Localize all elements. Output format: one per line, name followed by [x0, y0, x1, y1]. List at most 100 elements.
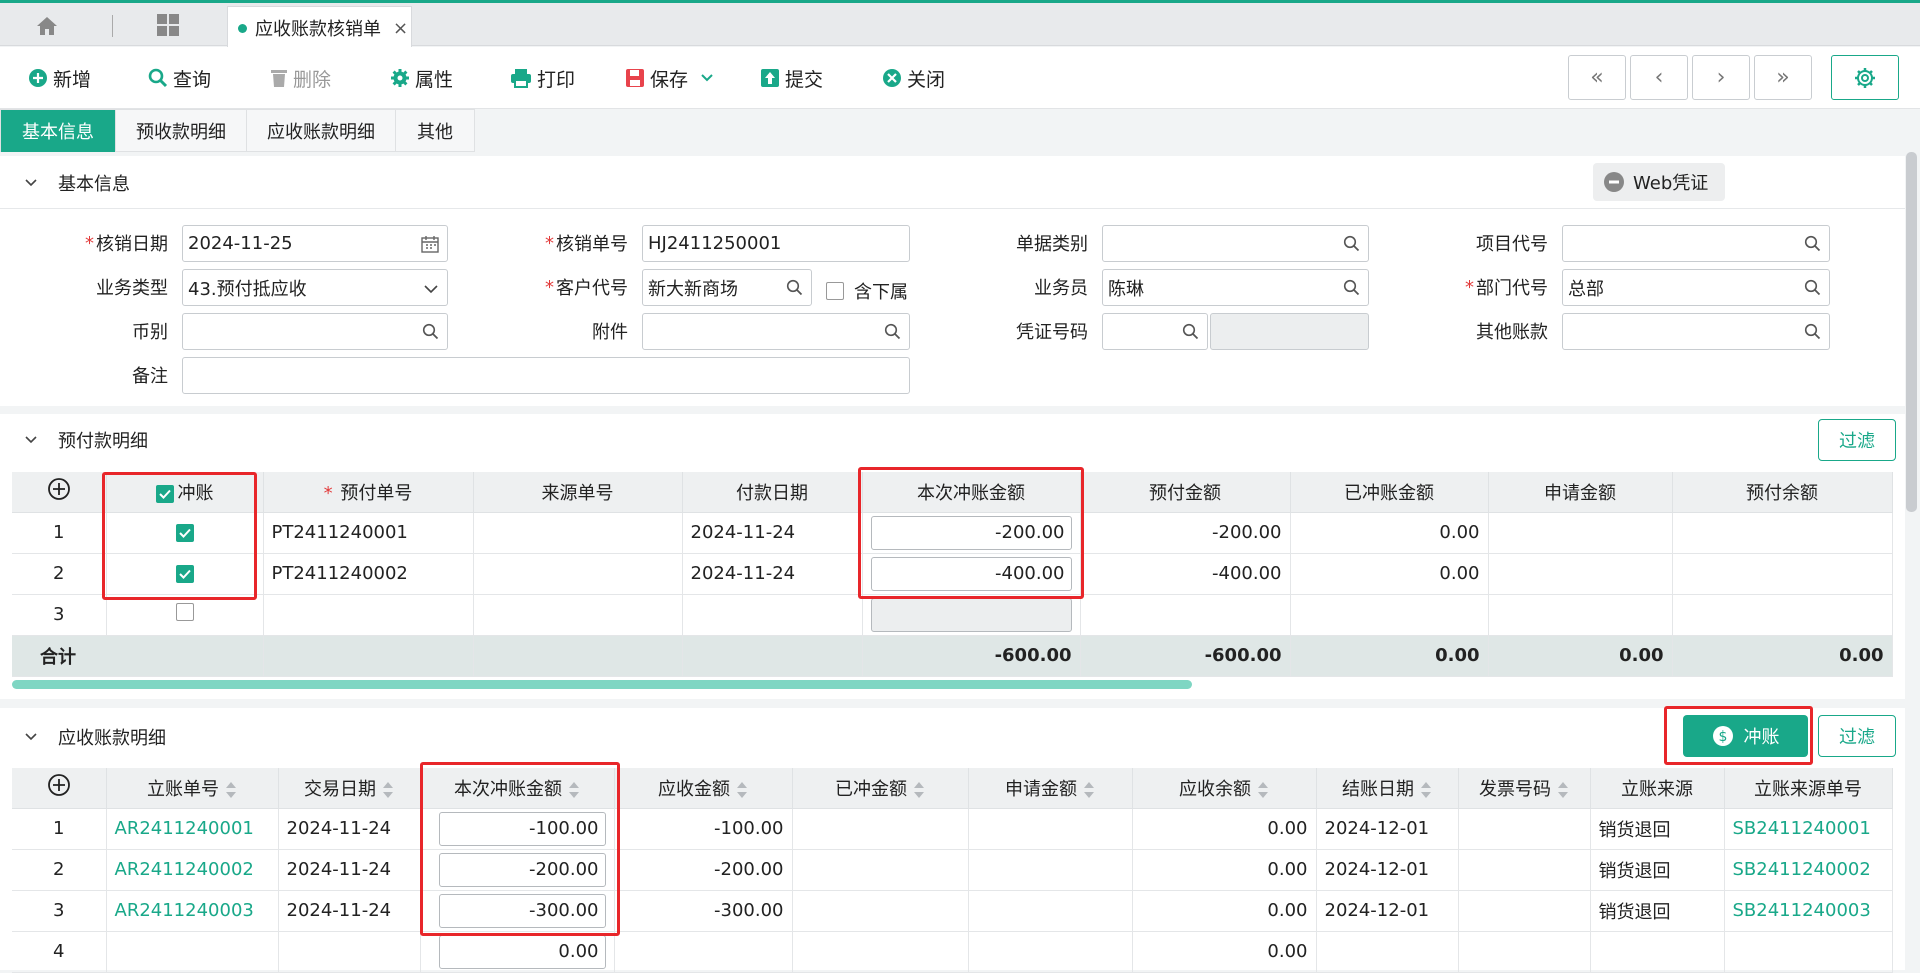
tab-other[interactable]: 其他 — [396, 110, 475, 152]
salesman-field[interactable]: 陈琳 — [1102, 269, 1369, 306]
source-no-link[interactable] — [1724, 931, 1893, 973]
vertical-scrollbar[interactable] — [1906, 152, 1917, 512]
offset-amount-input[interactable]: 0.00 — [438, 934, 606, 969]
search-icon[interactable] — [786, 279, 803, 296]
ar-no-link[interactable]: AR2411240002 — [106, 849, 279, 891]
calendar-icon[interactable] — [421, 235, 439, 253]
search-icon[interactable] — [1343, 235, 1360, 252]
sort-icon[interactable] — [225, 781, 237, 799]
table-row[interactable]: 4 0.00 0.00 — [12, 931, 1893, 973]
search-icon[interactable] — [1804, 323, 1821, 340]
header-recv-amount[interactable]: 应收金额 — [614, 768, 793, 809]
checkbox-icon[interactable] — [826, 282, 844, 300]
ar-header[interactable]: 应收账款明细 — [0, 712, 1905, 762]
add-row-cell[interactable] — [12, 472, 107, 513]
sort-icon[interactable] — [913, 781, 925, 799]
dept-field[interactable]: 总部 — [1562, 269, 1830, 306]
header-trade-date[interactable]: 交易日期 — [278, 768, 421, 809]
search-icon[interactable] — [422, 323, 439, 340]
save-button[interactable]: 保存 — [625, 63, 719, 93]
tab-basic-info[interactable]: 基本信息 — [1, 110, 116, 152]
row-checkbox[interactable] — [175, 603, 194, 621]
settings-button[interactable] — [1831, 55, 1899, 100]
no-field[interactable]: HJ2411250001 — [642, 225, 910, 262]
header-invoice-no[interactable]: 发票号码 — [1458, 768, 1591, 809]
source-no-link[interactable]: SB2411240002 — [1724, 849, 1893, 891]
offset-amount-cell[interactable]: 0.00 — [420, 931, 615, 973]
section-title: 预付款明细 — [58, 431, 148, 452]
prepay-header[interactable]: 预付款明细 — [0, 415, 1905, 465]
submit-button[interactable]: 提交 — [760, 63, 823, 93]
voucher-field[interactable] — [1102, 313, 1208, 350]
project-field[interactable] — [1562, 225, 1830, 262]
source-no-link[interactable]: SB2411240001 — [1724, 808, 1893, 850]
add-row-cell[interactable] — [12, 768, 107, 809]
highlight-offset-checkboxes — [102, 472, 257, 600]
header-recv-balance[interactable]: 应收余额 — [1132, 768, 1317, 809]
search-icon[interactable] — [1804, 235, 1821, 252]
sort-icon[interactable] — [736, 781, 748, 799]
sort-icon[interactable] — [1420, 781, 1432, 799]
sort-icon[interactable] — [382, 781, 394, 799]
chevron-down-icon[interactable] — [700, 73, 714, 83]
header-source: 立账来源 — [1590, 768, 1725, 809]
source-no-link[interactable]: SB2411240003 — [1724, 890, 1893, 932]
ar-no-link[interactable]: AR2411240003 — [106, 890, 279, 932]
header-apply-amount[interactable]: 申请金额 — [968, 768, 1133, 809]
search-icon[interactable] — [1343, 279, 1360, 296]
first-record-button[interactable]: « — [1568, 55, 1626, 100]
apply-amount-cell — [968, 849, 1133, 891]
close-button[interactable]: 关闭 — [882, 63, 945, 93]
ar-filter-button[interactable]: 过滤 — [1818, 715, 1896, 757]
home-icon[interactable] — [30, 13, 64, 39]
tab-bar: 应收账款核销单 × — [0, 3, 1920, 49]
next-record-button[interactable]: › — [1692, 55, 1750, 100]
offset-amount-cell[interactable] — [862, 594, 1081, 636]
include-sub-checkbox[interactable]: 含下属 — [826, 278, 908, 304]
add-button[interactable]: 新增 — [28, 63, 91, 93]
header-close-date[interactable]: 结账日期 — [1316, 768, 1459, 809]
table-row[interactable]: 2 AR2411240002 2024-11-24 -200.00 -200.0… — [12, 849, 1893, 891]
currency-field[interactable] — [182, 313, 448, 350]
add-circle-icon[interactable] — [47, 773, 71, 797]
delete-button[interactable]: 删除 — [270, 63, 331, 93]
header-done-amount[interactable]: 已冲金额 — [792, 768, 969, 809]
minus-circle-icon — [1604, 172, 1624, 192]
biz-type-select[interactable]: 43.预付抵应收 — [182, 269, 448, 306]
web-voucher-button[interactable]: Web凭证 — [1593, 163, 1725, 201]
cust-field[interactable]: 新大新商场 — [642, 269, 812, 306]
props-label: 属性 — [415, 68, 454, 91]
table-row[interactable]: 3 — [12, 594, 1893, 636]
recv-amount-cell: -300.00 — [614, 890, 793, 932]
date-field[interactable]: 2024-11-25 — [182, 225, 448, 262]
table-row[interactable]: 1 AR2411240001 2024-11-24 -100.00 -100.0… — [12, 808, 1893, 850]
prepay-filter-button[interactable]: 过滤 — [1818, 419, 1896, 461]
close-tab-icon[interactable]: × — [393, 18, 408, 39]
props-button[interactable]: 属性 — [390, 63, 453, 93]
other-field[interactable] — [1562, 313, 1830, 350]
add-circle-icon[interactable] — [47, 477, 71, 501]
ar-no-link[interactable]: AR2411240001 — [106, 808, 279, 850]
sort-icon[interactable] — [1257, 781, 1269, 799]
search-icon[interactable] — [1182, 323, 1199, 340]
header-ar-no[interactable]: 立账单号 — [106, 768, 279, 809]
attach-field[interactable] — [642, 313, 910, 350]
horizontal-scrollbar[interactable] — [12, 680, 1192, 689]
sort-icon[interactable] — [1557, 781, 1569, 799]
tab-ar-offset[interactable]: 应收账款核销单 × — [227, 6, 412, 49]
ar-no-link[interactable] — [106, 931, 279, 973]
table-row[interactable]: 3 AR2411240003 2024-11-24 -300.00 -300.0… — [12, 890, 1893, 932]
search-icon[interactable] — [1804, 279, 1821, 296]
sort-icon[interactable] — [1083, 781, 1095, 799]
apps-grid-icon[interactable] — [156, 13, 182, 39]
invoice-cell — [1458, 808, 1591, 850]
last-record-button[interactable]: » — [1754, 55, 1812, 100]
search-icon[interactable] — [884, 323, 901, 340]
doc-type-field[interactable] — [1102, 225, 1369, 262]
tab-prepay-detail[interactable]: 预收款明细 — [116, 110, 247, 152]
tab-ar-detail[interactable]: 应收账款明细 — [247, 110, 396, 152]
query-button[interactable]: 查询 — [148, 63, 211, 93]
remark-field[interactable] — [182, 357, 910, 394]
print-button[interactable]: 打印 — [510, 63, 575, 93]
prev-record-button[interactable]: ‹ — [1630, 55, 1688, 100]
